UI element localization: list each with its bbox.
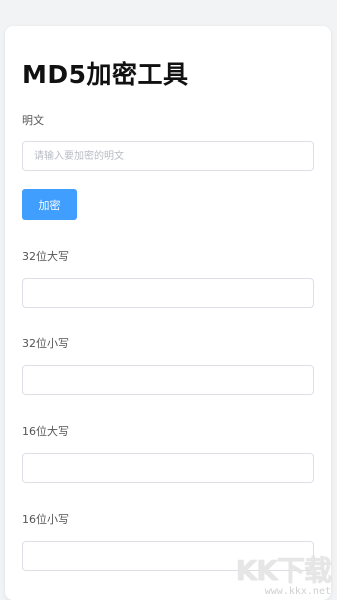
lower32-label: 32位小写 xyxy=(22,337,69,350)
encrypt-button[interactable]: 加密 xyxy=(22,189,77,220)
plaintext-input[interactable] xyxy=(22,141,314,171)
md5-tool-card: MD5加密工具 明文 加密 32位大写 32位小写 16位大写 16位小写 xyxy=(5,26,331,600)
lower32-output[interactable] xyxy=(22,365,314,395)
upper32-output[interactable] xyxy=(22,278,314,308)
upper16-output[interactable] xyxy=(22,453,314,483)
upper16-label: 16位大写 xyxy=(22,425,69,438)
lower16-label: 16位小写 xyxy=(22,513,69,526)
page-title: MD5加密工具 xyxy=(22,60,189,89)
upper32-label: 32位大写 xyxy=(22,250,69,263)
plaintext-label: 明文 xyxy=(22,114,44,127)
lower16-output[interactable] xyxy=(22,541,314,571)
